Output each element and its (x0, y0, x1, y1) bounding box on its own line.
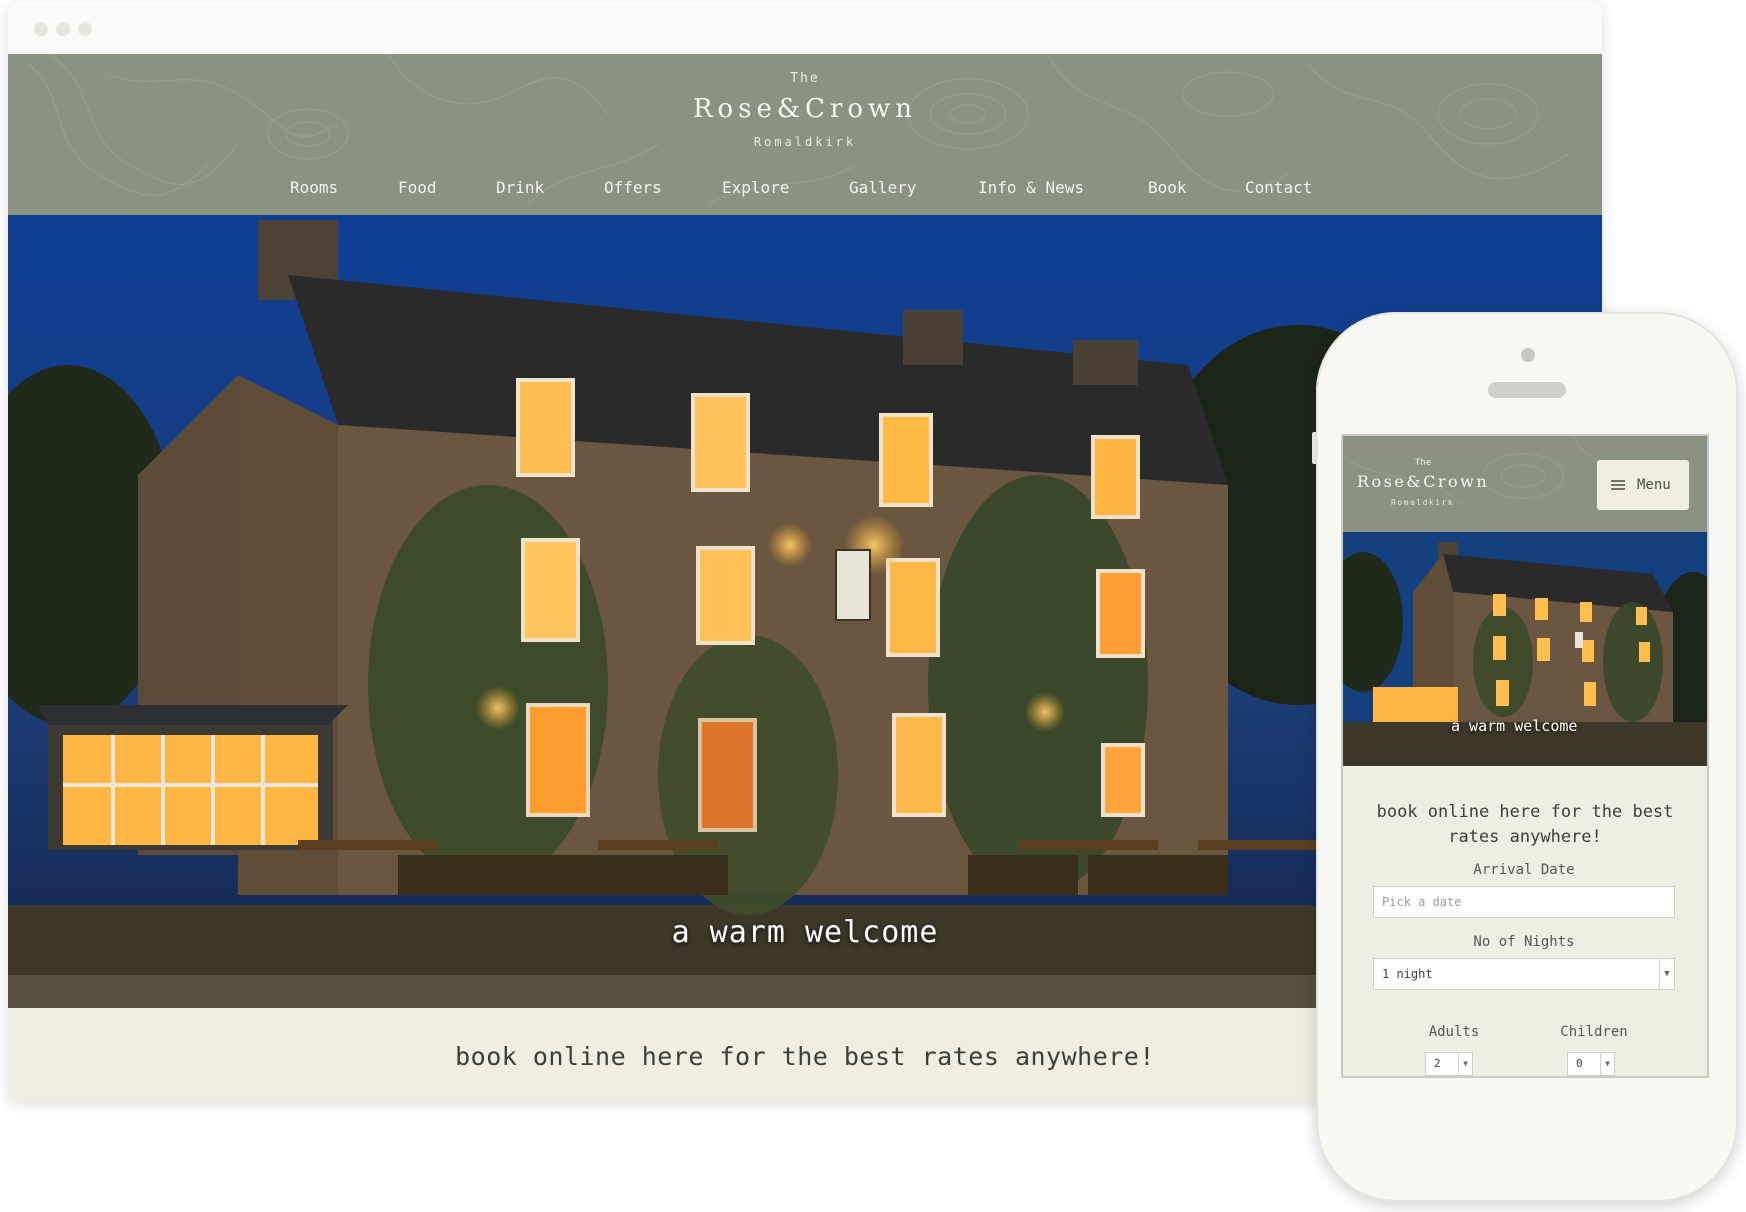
mobile-menu-label: Menu (1637, 477, 1671, 493)
mobile-screen: The Rose&Crown Romaldkirk Menu a warm we… (1343, 436, 1707, 1076)
nav-item-explore[interactable]: Explore (722, 178, 789, 197)
mobile-header: The Rose&Crown Romaldkirk Menu (1343, 436, 1707, 532)
chevron-down-icon: ▼ (1600, 1053, 1614, 1075)
mobile-hero-caption: a warm welcome (1451, 717, 1578, 735)
children-select[interactable]: 0 ▼ (1567, 1052, 1615, 1076)
nav-item-gallery[interactable]: Gallery (849, 178, 916, 197)
logo-the: The (790, 71, 820, 86)
hamburger-icon (1611, 480, 1625, 490)
chevron-down-icon: ▼ (1659, 959, 1674, 989)
adults-select-value: 2 (1434, 1057, 1441, 1070)
children-select-value: 0 (1576, 1057, 1583, 1070)
adults-select[interactable]: 2 ▼ (1425, 1052, 1473, 1076)
mobile-booking-headline-line1: book online here for the best (1376, 802, 1674, 822)
nav-item-offers[interactable]: Offers (604, 178, 662, 197)
nav-item-book[interactable]: Book (1148, 178, 1187, 197)
mobile-site-logo[interactable]: Rose&Crown (1357, 472, 1489, 491)
mobile-booking-headline-line2: rates anywhere! (1448, 827, 1602, 847)
nav-item-info-news[interactable]: Info & News (978, 178, 1084, 197)
nav-item-drink[interactable]: Drink (496, 178, 544, 197)
children-label: Children (1560, 1024, 1628, 1040)
nights-label: No of Nights (1473, 934, 1575, 950)
browser-toolbar (8, 2, 1602, 54)
nav-item-food[interactable]: Food (398, 178, 437, 197)
mobile-menu-button[interactable]: Menu (1597, 460, 1689, 510)
arrival-date-input[interactable]: Pick a date (1373, 886, 1675, 918)
phone-speaker (1488, 382, 1566, 398)
window-minimize-dot[interactable] (56, 22, 70, 36)
nav-item-rooms[interactable]: Rooms (290, 178, 338, 197)
mobile-logo-the: The (1415, 458, 1432, 468)
chevron-down-icon: ▼ (1458, 1053, 1472, 1075)
adults-label: Adults (1428, 1024, 1480, 1040)
mobile-logo-location: Romaldkirk (1391, 498, 1455, 507)
mobile-booking-headline: book online here for the best rates anyw… (1363, 800, 1687, 850)
window-close-dot[interactable] (34, 22, 48, 36)
site-header: The Rose&Crown Romaldkirk Rooms Food Dri… (8, 54, 1602, 215)
phone-camera (1521, 348, 1535, 362)
phone-mute-switch (1312, 432, 1318, 464)
mobile-hero-image: a warm welcome (1343, 532, 1707, 766)
window-maximize-dot[interactable] (78, 22, 92, 36)
nav-item-contact[interactable]: Contact (1245, 178, 1312, 197)
nights-select[interactable]: 1 night ▼ (1373, 958, 1675, 990)
logo-location: Romaldkirk (753, 135, 857, 149)
mobile-device: The Rose&Crown Romaldkirk Menu a warm we… (1312, 312, 1738, 1202)
nights-select-value: 1 night (1382, 967, 1433, 981)
main-navigation: Rooms Food Drink Offers Explore Gallery … (8, 178, 1602, 208)
site-logo[interactable]: Rose&Crown (8, 94, 1602, 124)
arrival-date-label: Arrival Date (1473, 862, 1575, 878)
